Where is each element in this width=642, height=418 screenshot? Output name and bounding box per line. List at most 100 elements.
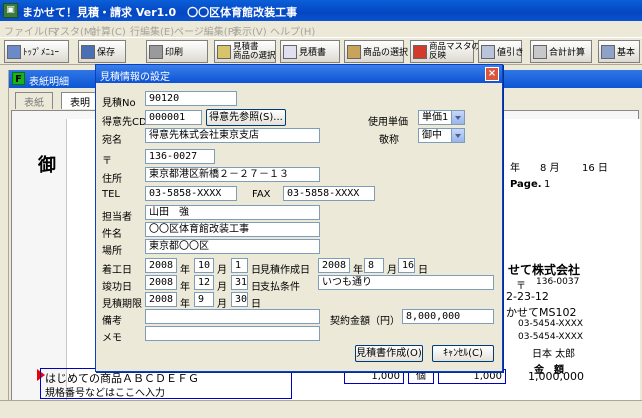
created-day-unit: 日 [418, 265, 428, 276]
menu-row-edit[interactable]: 行編集(E) [130, 23, 174, 38]
quote-button[interactable]: 見積書 [280, 40, 340, 63]
box-icon [347, 44, 361, 59]
quote-product-select-button[interactable]: 見積書 商品の選択 [214, 40, 276, 63]
basic-button[interactable]: 基本 [598, 40, 640, 63]
start-year-unit: 年 [180, 265, 190, 276]
save-button[interactable]: 保存 [78, 40, 126, 63]
deadline-month-field[interactable]: 9 [194, 292, 214, 307]
print-label: 印刷 [165, 48, 184, 58]
doc-addr: 2-23-12 [506, 290, 549, 303]
start-day-field[interactable]: 1 [231, 258, 248, 273]
person-field[interactable]: 山田 強 [145, 205, 320, 220]
finish-month-unit: 月 [217, 282, 227, 293]
finish-day-field[interactable]: 31 [231, 275, 248, 290]
quote-label: 見積書 [299, 48, 327, 58]
honorific-label: 敬称 [379, 135, 399, 146]
app-icon: ▣ [3, 3, 18, 18]
deadline-year-unit: 年 [180, 299, 190, 310]
status-bar [0, 400, 642, 418]
finish-year-unit: 年 [180, 282, 190, 293]
name-label: 宛名 [102, 135, 122, 146]
total-calc-button[interactable]: 合計計算 [530, 40, 592, 63]
doc-page-num: 1 [544, 179, 551, 190]
memo-field[interactable] [145, 326, 320, 341]
print-button[interactable]: 印刷 [146, 40, 208, 63]
client-cd-field[interactable]: 000001 [145, 110, 202, 125]
doc-page-label: Page. [510, 179, 542, 190]
cancel-button[interactable]: ｷｬﾝｾﾙ(C) [432, 345, 494, 362]
start-year-field[interactable]: 2008 [145, 258, 177, 273]
deadline-day-field[interactable]: 30 [231, 292, 248, 307]
save-label: 保存 [97, 48, 116, 58]
note-label: 備考 [102, 316, 122, 327]
quote-no-field[interactable]: 90120 [145, 91, 237, 106]
unit-price-value: 単価1 [422, 112, 449, 123]
doc-zip: 136-0037 [536, 277, 580, 287]
dialog-title-bar: 見積情報の設定 × [96, 65, 502, 83]
tel-field[interactable]: 03-5858-XXXX [145, 186, 237, 201]
payment-field[interactable]: いつも通り [318, 275, 494, 290]
contract-amount-field[interactable]: 8,000,000 [402, 309, 494, 324]
basic-label: 基本 [617, 48, 636, 58]
person-label: 担当者 [102, 212, 132, 223]
finish-month-field[interactable]: 12 [194, 275, 214, 290]
subject-field[interactable]: 〇〇区体育館改装工事 [145, 222, 320, 237]
fax-label: FAX [252, 189, 271, 200]
doc-heading: 御 [38, 155, 56, 176]
doc-person: 日本 太郎 [532, 349, 576, 360]
created-month-field[interactable]: 8 [364, 258, 384, 273]
finish-date-label: 竣功日 [102, 282, 132, 293]
unit-price-select[interactable]: 単価1 [418, 110, 465, 125]
deadline-year-field[interactable]: 2008 [145, 292, 177, 307]
start-month-unit: 月 [217, 265, 227, 276]
quote-no-label: 見積No [102, 98, 136, 109]
address-field[interactable]: 東京都港区新橋２－２７－１３ [145, 167, 320, 182]
discount-button[interactable]: 値引き [478, 40, 524, 63]
tab-cover[interactable]: 表紙 [15, 92, 53, 109]
dialog-title: 見積情報の設定 [100, 72, 170, 83]
created-day-field[interactable]: 16 [398, 258, 415, 273]
form-icon: F [12, 72, 25, 85]
item-spec[interactable]: 規格番号などはここへ入力 [45, 384, 165, 399]
address-label: 住所 [102, 174, 122, 185]
doc-date-year: 年 [510, 163, 520, 174]
chevron-down-icon[interactable] [451, 129, 464, 142]
honorific-value: 御中 [422, 130, 442, 141]
created-year-field[interactable]: 2008 [318, 258, 350, 273]
reflect-master-button[interactable]: 商品マスタの 反映 [410, 40, 480, 63]
menu-help[interactable]: ヘルプ(H) [270, 23, 315, 38]
honorific-select[interactable]: 御中 [418, 128, 465, 143]
fax-field[interactable]: 03-5858-XXXX [283, 186, 375, 201]
menu-calc[interactable]: 計算(C) [91, 23, 126, 38]
client-ref-button[interactable]: 得意先参照(S)... [206, 109, 286, 126]
created-date-label: 見積作成日 [260, 265, 310, 276]
doc-fax: 03-5454-XXXX [518, 332, 584, 342]
top-menu-button[interactable]: ﾄｯﾌﾟﾒﾆｭｰ [4, 40, 69, 63]
menu-master[interactable]: マスタ(M) [50, 23, 96, 38]
select-product-label: 商品の選択 [363, 48, 409, 58]
created-month-unit: 月 [387, 265, 397, 276]
child-title: 表紙明細 [29, 77, 69, 88]
menu-grid-icon [7, 44, 21, 59]
doc-date-day: 16 日 [582, 163, 608, 174]
note-field[interactable] [145, 309, 320, 324]
close-icon[interactable]: × [485, 67, 499, 81]
menu-view[interactable]: 表示(V) [232, 23, 267, 38]
doc-company: せて株式会社 [508, 263, 581, 277]
memo-label: メモ [102, 333, 122, 344]
create-quote-button[interactable]: 見積書作成(O) [355, 345, 423, 362]
tab-detail[interactable]: 表明 [61, 92, 99, 109]
start-month-field[interactable]: 10 [194, 258, 214, 273]
item-row[interactable]: はじめての商品ＡＢＣＤＥＦＧ 規格番号などはここへ入力 [40, 368, 292, 399]
place-field[interactable]: 東京都〇〇区 [145, 239, 320, 254]
name-field[interactable]: 得意先株式会社東京支店 [145, 128, 320, 143]
menu-page-edit[interactable]: ページ編集(P) [174, 23, 238, 38]
top-menu-label: ﾄｯﾌﾟﾒﾆｭｰ [23, 48, 60, 58]
finish-year-field[interactable]: 2008 [145, 275, 177, 290]
chevron-down-icon[interactable] [451, 111, 464, 124]
zip-field[interactable]: 136-0027 [145, 149, 215, 164]
discount-icon [481, 44, 495, 59]
quote-info-dialog: 見積情報の設定 × 見積No 90120 得意先CD 000001 得意先参照(… [95, 64, 503, 372]
select-product-button[interactable]: 商品の選択 [344, 40, 408, 63]
subject-label: 件名 [102, 229, 122, 240]
